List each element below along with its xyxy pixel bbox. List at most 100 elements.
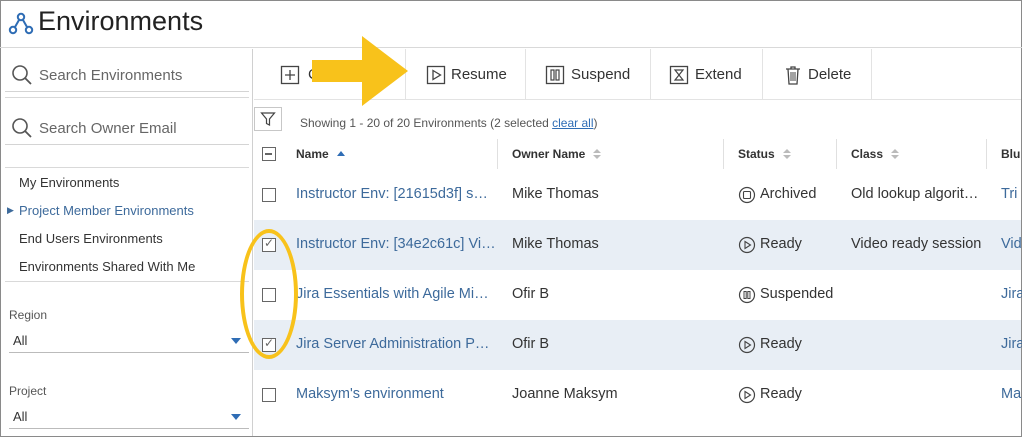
table-row[interactable]: Jira Server Administration P… Ofir B Rea… xyxy=(254,320,1022,370)
row-checkbox[interactable] xyxy=(262,336,276,352)
divider xyxy=(5,97,249,98)
column-divider xyxy=(723,139,724,169)
nav-my-environments[interactable]: My Environments xyxy=(19,175,119,190)
nav-environments-shared-with-me[interactable]: Environments Shared With Me xyxy=(19,259,195,274)
row-checkbox[interactable] xyxy=(262,236,276,252)
blueprint-link[interactable]: Tri xyxy=(1001,186,1017,202)
page-header: Environments xyxy=(0,0,1022,48)
chevron-down-icon xyxy=(231,338,241,344)
column-name-label: Name xyxy=(296,147,329,161)
suspend-button[interactable]: Suspend xyxy=(526,49,651,100)
table-row[interactable]: Jira Essentials with Agile Mi… Ofir B Su… xyxy=(254,270,1022,320)
column-divider xyxy=(497,139,498,169)
region-value: All xyxy=(13,333,28,348)
region-label: Region xyxy=(9,308,48,322)
status-text: Suspended xyxy=(760,286,834,302)
environments-logo-icon xyxy=(8,12,34,35)
env-name-link[interactable]: Maksym's environment xyxy=(296,386,496,402)
grid-header: Name Owner Name Status Class Blu xyxy=(254,137,1021,171)
page-title: Environments xyxy=(38,6,204,36)
sort-icon xyxy=(593,149,602,159)
blueprint-link[interactable]: Jira xyxy=(1001,336,1022,352)
suspend-button-label: Suspend xyxy=(571,66,631,83)
trash-icon xyxy=(786,66,800,85)
showing-text: Showing 1 - 20 of 20 Environments (2 sel… xyxy=(300,116,553,130)
owner-name: Mike Thomas xyxy=(512,186,599,202)
table-row[interactable]: Maksym's environment Joanne Maksym Ready… xyxy=(254,370,1021,420)
create-button-label: C xyxy=(308,66,319,83)
column-header-status[interactable]: Status xyxy=(738,147,791,161)
env-name-link[interactable]: Instructor Env: [34e2c61c] Vi… xyxy=(296,236,496,252)
sort-icon xyxy=(891,149,900,159)
owner-name: Ofir B xyxy=(512,286,550,302)
env-name-link[interactable]: Jira Server Administration P… xyxy=(296,336,496,352)
showing-suffix: ) xyxy=(593,116,598,130)
blueprint-link[interactable]: Jira xyxy=(1001,286,1022,302)
owner-name: Ofir B xyxy=(512,336,550,352)
class-text: Video ready session xyxy=(851,236,982,252)
env-name-link[interactable]: Instructor Env: [21615d3f] s… xyxy=(296,186,496,202)
resume-button[interactable]: Resume xyxy=(406,49,526,100)
showing-summary: Showing 1 - 20 of 20 Environments (2 sel… xyxy=(300,116,598,130)
status-text: Ready xyxy=(760,336,802,352)
table-row[interactable]: Instructor Env: [34e2c61c] Vi… Mike Thom… xyxy=(254,220,1022,270)
project-value: All xyxy=(13,409,28,424)
delete-button-label: Delete xyxy=(808,66,852,83)
divider xyxy=(5,167,249,168)
env-name-link[interactable]: Jira Essentials with Agile Mi… xyxy=(296,286,496,302)
delete-button[interactable]: Delete xyxy=(763,49,872,100)
filter-toggle-button[interactable] xyxy=(254,107,282,131)
sort-icon xyxy=(782,149,791,159)
owner-name: Joanne Maksym xyxy=(512,386,618,402)
status-text: Archived xyxy=(760,186,817,202)
table-row[interactable]: Instructor Env: [21615d3f] s… Mike Thoma… xyxy=(254,170,1021,220)
column-header-blueprint[interactable]: Blu xyxy=(1001,147,1020,161)
blueprint-link[interactable]: Ma xyxy=(1001,386,1021,402)
status-text: Ready xyxy=(760,236,802,252)
column-header-name[interactable]: Name xyxy=(296,147,345,161)
search-environments-input[interactable] xyxy=(37,62,242,88)
search-owner-email-input[interactable] xyxy=(37,115,242,141)
column-header-class[interactable]: Class xyxy=(851,147,900,161)
class-text: Old lookup algorit… xyxy=(851,186,979,202)
project-select[interactable]: All xyxy=(9,405,249,429)
owner-name: Mike Thomas xyxy=(512,236,599,252)
pause-box-icon xyxy=(545,65,565,85)
column-class-label: Class xyxy=(851,147,884,161)
extend-button[interactable]: Extend xyxy=(651,49,763,100)
resume-button-label: Resume xyxy=(451,66,507,83)
clear-all-link[interactable]: clear all xyxy=(552,116,593,130)
column-divider xyxy=(986,139,987,169)
toolbar: C Resume Suspend Extend Delete xyxy=(254,49,1021,100)
row-checkbox[interactable] xyxy=(262,388,276,402)
project-label: Project xyxy=(9,384,47,398)
plus-box-icon xyxy=(280,65,300,85)
chevron-down-icon xyxy=(231,414,241,420)
row-checkbox[interactable] xyxy=(262,288,276,302)
pause-icon xyxy=(738,286,756,304)
create-button[interactable]: C xyxy=(254,49,406,100)
region-select[interactable]: All xyxy=(9,329,249,353)
archived-icon xyxy=(738,186,756,204)
column-status-label: Status xyxy=(738,147,775,161)
search-environments-box xyxy=(5,58,249,92)
play-box-icon xyxy=(426,65,446,85)
status-text: Ready xyxy=(760,386,802,402)
play-icon xyxy=(738,386,756,404)
play-icon xyxy=(738,236,756,254)
search-icon xyxy=(12,118,32,138)
column-header-owner[interactable]: Owner Name xyxy=(512,147,602,161)
search-owner-box xyxy=(5,111,249,145)
play-icon xyxy=(738,336,756,354)
nav-project-member-environments[interactable]: Project Member Environments xyxy=(19,203,194,218)
select-all-checkbox[interactable] xyxy=(262,147,276,161)
blueprint-link[interactable]: Vid xyxy=(1001,236,1022,252)
sidebar: My Environments ▶ Project Member Environ… xyxy=(1,49,253,436)
column-divider xyxy=(836,139,837,169)
row-checkbox[interactable] xyxy=(262,188,276,202)
column-owner-label: Owner Name xyxy=(512,147,586,161)
search-icon xyxy=(12,65,32,85)
divider xyxy=(5,281,249,282)
nav-end-users-environments[interactable]: End Users Environments xyxy=(19,231,163,246)
sort-asc-icon xyxy=(336,151,345,156)
